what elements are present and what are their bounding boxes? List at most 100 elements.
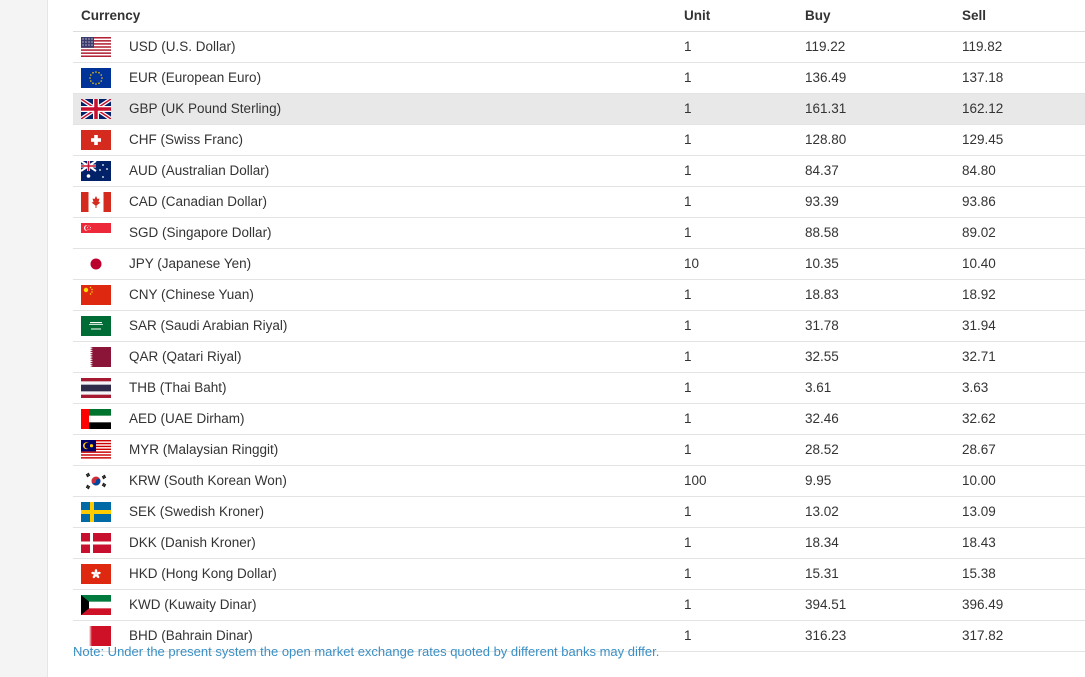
sell-rate: 84.80 [962, 163, 996, 178]
us-flag-icon [81, 37, 111, 57]
flag-cell [81, 378, 111, 398]
table-row: CNY (Chinese Yuan) 1 18.83 18.92 [73, 280, 1085, 311]
buy-rate: 32.55 [805, 349, 839, 364]
currency-unit: 1 [684, 628, 692, 643]
buy-rate: 119.22 [805, 39, 846, 54]
currency-name: CAD (Canadian Dollar) [129, 194, 268, 209]
eu-flag-icon [81, 68, 111, 88]
currency-unit: 1 [684, 132, 692, 147]
buy-rate: 84.37 [805, 163, 839, 178]
flag-cell [81, 316, 111, 336]
currency-name: QAR (Qatari Riyal) [129, 349, 242, 364]
currency-unit: 1 [684, 380, 692, 395]
kw-flag-icon [81, 595, 111, 615]
currency-unit: 1 [684, 504, 692, 519]
ca-flag-icon [81, 192, 111, 212]
sell-rate: 396.49 [962, 597, 1004, 612]
currency-name: SEK (Swedish Kroner) [129, 504, 265, 519]
buy-rate: 316.23 [805, 628, 847, 643]
buy-rate: 13.02 [805, 504, 839, 519]
sell-rate: 137.18 [962, 70, 1004, 85]
currency-unit: 100 [684, 473, 707, 488]
currency-unit: 1 [684, 70, 692, 85]
sell-rate: 31.94 [962, 318, 996, 333]
buy-rate: 15.31 [805, 566, 839, 581]
sell-rate: 13.09 [962, 504, 996, 519]
buy-rate: 18.34 [805, 535, 839, 550]
my-flag-icon [81, 440, 111, 460]
table-row: USD (U.S. Dollar) 1 119.22 119.82 [73, 32, 1085, 63]
currency-unit: 1 [684, 442, 692, 457]
buy-rate: 88.58 [805, 225, 839, 240]
flag-cell [81, 440, 111, 460]
content-panel: Currency Unit Buy Sell USD (U.S. Dollar)… [47, 0, 1085, 677]
flag-cell [81, 595, 111, 615]
buy-rate: 128.80 [805, 132, 847, 147]
buy-rate: 28.52 [805, 442, 839, 457]
table-row: AED (UAE Dirham) 1 32.46 32.62 [73, 404, 1085, 435]
table-row: EUR (European Euro) 1 136.49 137.18 [73, 63, 1085, 94]
header-sell: Sell [962, 8, 987, 23]
ch-flag-icon [81, 130, 111, 150]
currency-unit: 1 [684, 39, 692, 54]
currency-name: EUR (European Euro) [129, 70, 262, 85]
currency-name: CNY (Chinese Yuan) [129, 287, 254, 302]
currency-name: DKK (Danish Kroner) [129, 535, 256, 550]
header-buy: Buy [805, 8, 831, 23]
currency-unit: 1 [684, 566, 692, 581]
currency-unit: 1 [684, 287, 692, 302]
currency-unit: 1 [684, 535, 692, 550]
bh-flag-icon [81, 626, 111, 646]
sell-rate: 93.86 [962, 194, 996, 209]
qa-flag-icon [81, 347, 111, 367]
table-row: THB (Thai Baht) 1 3.61 3.63 [73, 373, 1085, 404]
sell-rate: 10.00 [962, 473, 996, 488]
table-row: CHF (Swiss Franc) 1 128.80 129.45 [73, 125, 1085, 156]
buy-rate: 3.61 [805, 380, 832, 395]
flag-cell [81, 37, 111, 57]
currency-name: GBP (UK Pound Sterling) [129, 101, 282, 116]
sell-rate: 18.92 [962, 287, 996, 302]
currency-name: KRW (South Korean Won) [129, 473, 287, 488]
sell-rate: 10.40 [962, 256, 996, 271]
currency-name: SAR (Saudi Arabian Riyal) [129, 318, 288, 333]
table-row: HKD (Hong Kong Dollar) 1 15.31 15.38 [73, 559, 1085, 590]
disclaimer-note: Note: Under the present system the open … [73, 644, 660, 659]
currency-unit: 1 [684, 101, 692, 116]
dk-flag-icon [81, 533, 111, 553]
table-row: CAD (Canadian Dollar) 1 93.39 93.86 [73, 187, 1085, 218]
currency-name: KWD (Kuwaity Dinar) [129, 597, 257, 612]
currency-unit: 1 [684, 349, 692, 364]
sell-rate: 28.67 [962, 442, 996, 457]
table-row: MYR (Malaysian Ringgit) 1 28.52 28.67 [73, 435, 1085, 466]
flag-cell [81, 130, 111, 150]
currency-unit: 1 [684, 194, 692, 209]
sell-rate: 18.43 [962, 535, 996, 550]
currency-name: MYR (Malaysian Ringgit) [129, 442, 279, 457]
table-row: AUD (Australian Dollar) 1 84.37 84.80 [73, 156, 1085, 187]
buy-rate: 394.51 [805, 597, 847, 612]
buy-rate: 93.39 [805, 194, 839, 209]
table-row: QAR (Qatari Riyal) 1 32.55 32.71 [73, 342, 1085, 373]
hk-flag-icon [81, 564, 111, 584]
uk-flag-icon [81, 99, 111, 119]
flag-cell [81, 223, 111, 243]
currency-unit: 1 [684, 411, 692, 426]
ae-flag-icon [81, 409, 111, 429]
buy-rate: 31.78 [805, 318, 839, 333]
buy-rate: 136.49 [805, 70, 847, 85]
flag-cell [81, 192, 111, 212]
exchange-rates-table: Currency Unit Buy Sell USD (U.S. Dollar)… [73, 0, 1085, 652]
currency-unit: 1 [684, 318, 692, 333]
buy-rate: 32.46 [805, 411, 839, 426]
currency-unit: 1 [684, 225, 692, 240]
sell-rate: 317.82 [962, 628, 1004, 643]
currency-name: SGD (Singapore Dollar) [129, 225, 272, 240]
currency-name: AUD (Australian Dollar) [129, 163, 270, 178]
buy-rate: 18.83 [805, 287, 839, 302]
flag-cell [81, 471, 111, 491]
table-row: KRW (South Korean Won) 100 9.95 10.00 [73, 466, 1085, 497]
table-row: SAR (Saudi Arabian Riyal) 1 31.78 31.94 [73, 311, 1085, 342]
currency-unit: 1 [684, 163, 692, 178]
currency-name: AED (UAE Dirham) [129, 411, 245, 426]
